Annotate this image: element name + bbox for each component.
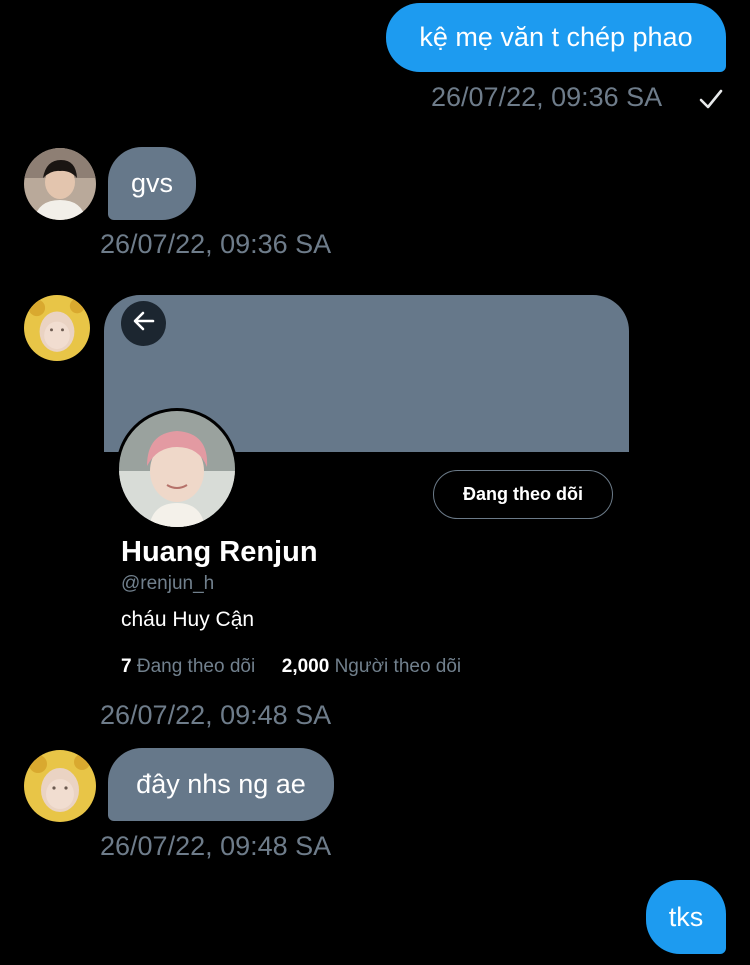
following-label[interactable]: Đang theo dõi [137,656,255,677]
incoming-message-bubble[interactable]: đây nhs ng ae [108,748,334,821]
following-button[interactable]: Đang theo dõi [433,470,613,519]
message-text: gvs [130,168,174,198]
message-text: kệ mẹ văn t chép phao [419,22,693,52]
back-button[interactable] [121,301,166,346]
message-text: đây nhs ng ae [136,769,306,799]
sender-avatar[interactable] [24,295,90,361]
followers-count[interactable]: 2,000 [282,656,330,677]
outgoing-message-bubble[interactable]: tks [646,880,726,954]
message-timestamp: 26/07/22, 09:36 SA [100,229,332,259]
profile-handle: @renjun_h [121,573,215,594]
profile-name: Huang Renjun [121,536,318,568]
following-count[interactable]: 7 [121,656,132,677]
message-timestamp: 26/07/22, 09:36 SA [431,82,663,112]
incoming-message-bubble[interactable]: gvs [108,147,196,220]
profile-bio: cháu Huy Cận [121,608,255,631]
message-timestamp: 26/07/22, 09:48 SA [100,831,332,861]
arrow-left-icon [131,308,157,339]
sender-avatar[interactable] [24,750,96,822]
message-timestamp: 26/07/22, 09:48 SA [100,700,332,730]
sender-avatar[interactable] [24,148,96,220]
outgoing-message-bubble[interactable]: kệ mẹ văn t chép phao [386,3,726,72]
profile-stats: 7 Đang theo dõi 2,000 Người theo dõi [121,656,461,678]
message-text: tks [668,901,704,932]
followers-label[interactable]: Người theo dõi [335,656,462,677]
profile-avatar[interactable] [116,408,238,530]
checkmark-icon [698,87,724,116]
